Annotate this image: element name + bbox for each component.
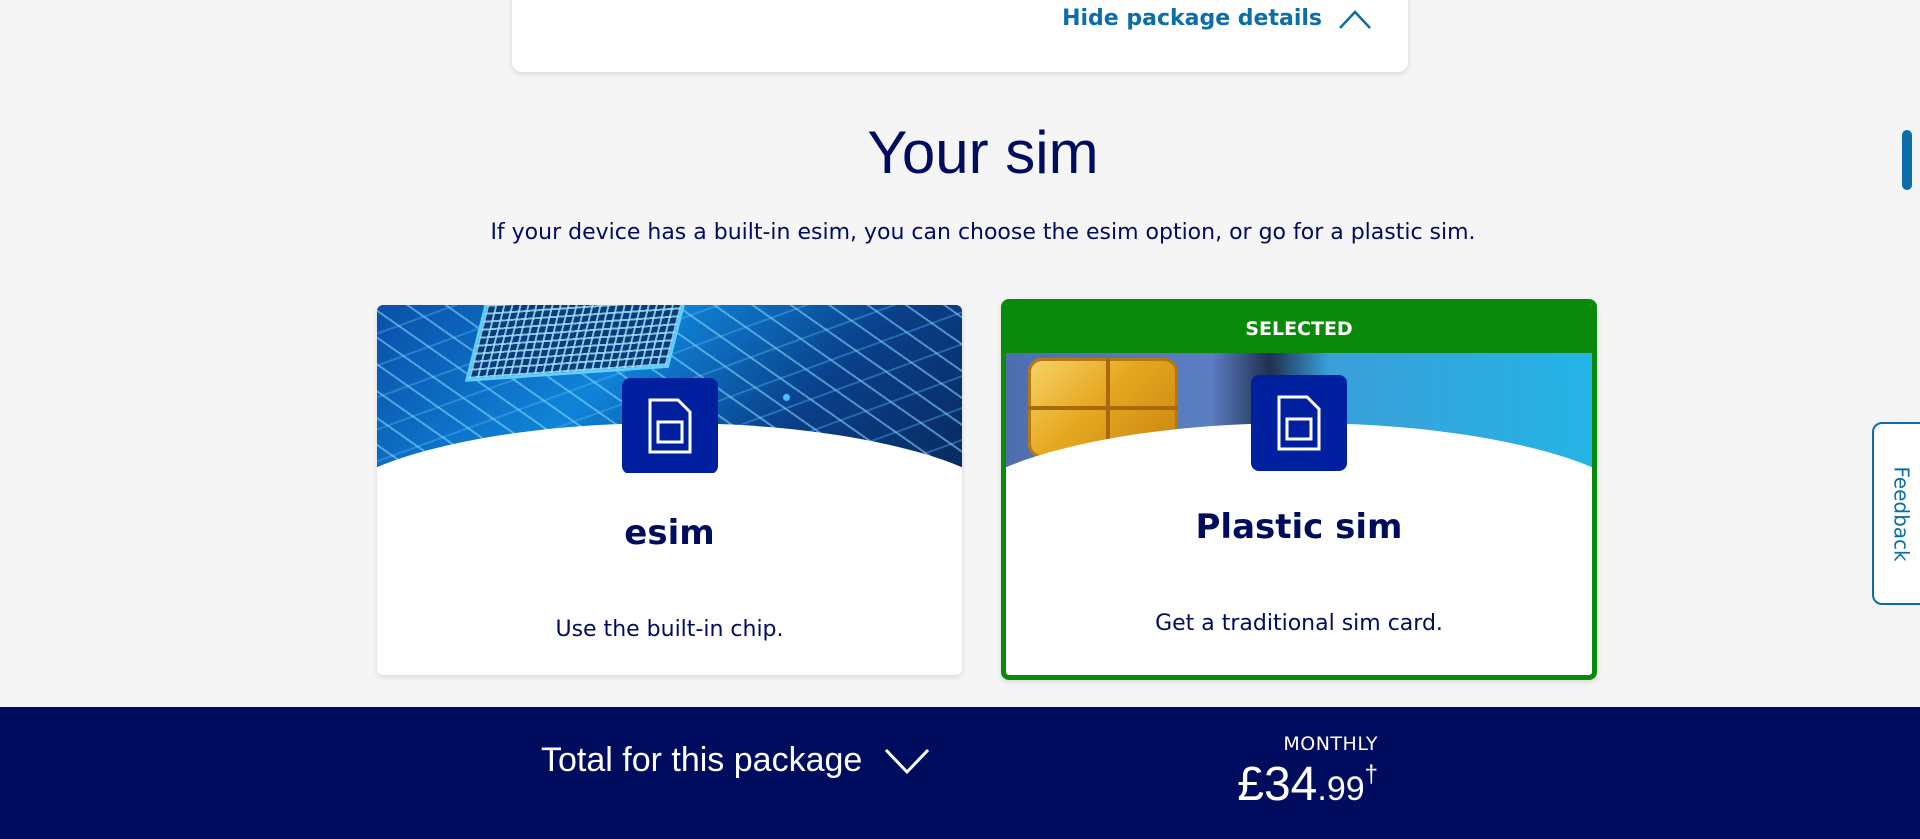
feedback-tab[interactable]: Feedback <box>1872 422 1920 605</box>
esim-option-card[interactable]: esim Use the built-in chip. <box>377 305 962 675</box>
package-details-card: Hide package details <box>512 0 1408 72</box>
price-period: MONTHLY <box>1283 733 1378 755</box>
plastic-sim-card-image <box>1006 353 1592 475</box>
sim-card-icon <box>1251 375 1347 471</box>
total-package-toggle[interactable]: Total for this package <box>541 741 930 780</box>
price-footnote-mark: † <box>1364 761 1378 788</box>
esim-card-image <box>377 305 962 473</box>
plastic-sim-option-title: Plastic sim <box>1195 507 1403 547</box>
total-label: Total for this package <box>541 741 863 779</box>
hide-package-details-link[interactable]: Hide package details <box>1062 6 1372 31</box>
price-block: MONTHLY £34 .99 † <box>1237 733 1378 812</box>
section-title: Your sim <box>867 119 1099 186</box>
plastic-sim-option-description: Get a traditional sim card. <box>1155 611 1443 636</box>
scrollbar-thumb[interactable] <box>1902 130 1912 190</box>
page: Hide package details Your sim If your de… <box>0 0 1920 839</box>
price-pence: .99 <box>1317 770 1365 808</box>
esim-option-title: esim <box>624 513 715 553</box>
esim-option-description: Use the built-in chip. <box>555 617 784 642</box>
package-total-bar: Total for this package MONTHLY £34 .99 † <box>0 707 1920 839</box>
chevron-up-icon <box>1339 9 1371 29</box>
plastic-sim-option-card[interactable]: SELECTED Plastic sim Get a traditional s… <box>1001 299 1597 680</box>
price-pounds: £34 <box>1237 758 1318 811</box>
section-description: If your device has a built-in esim, you … <box>490 220 1476 245</box>
feedback-label: Feedback <box>1890 465 1914 562</box>
hide-package-details-label: Hide package details <box>1062 6 1322 31</box>
monthly-price: £34 .99 † <box>1237 757 1378 812</box>
selected-badge: SELECTED <box>1006 304 1592 353</box>
chevron-down-icon <box>885 748 930 774</box>
sim-card-icon <box>621 378 718 473</box>
